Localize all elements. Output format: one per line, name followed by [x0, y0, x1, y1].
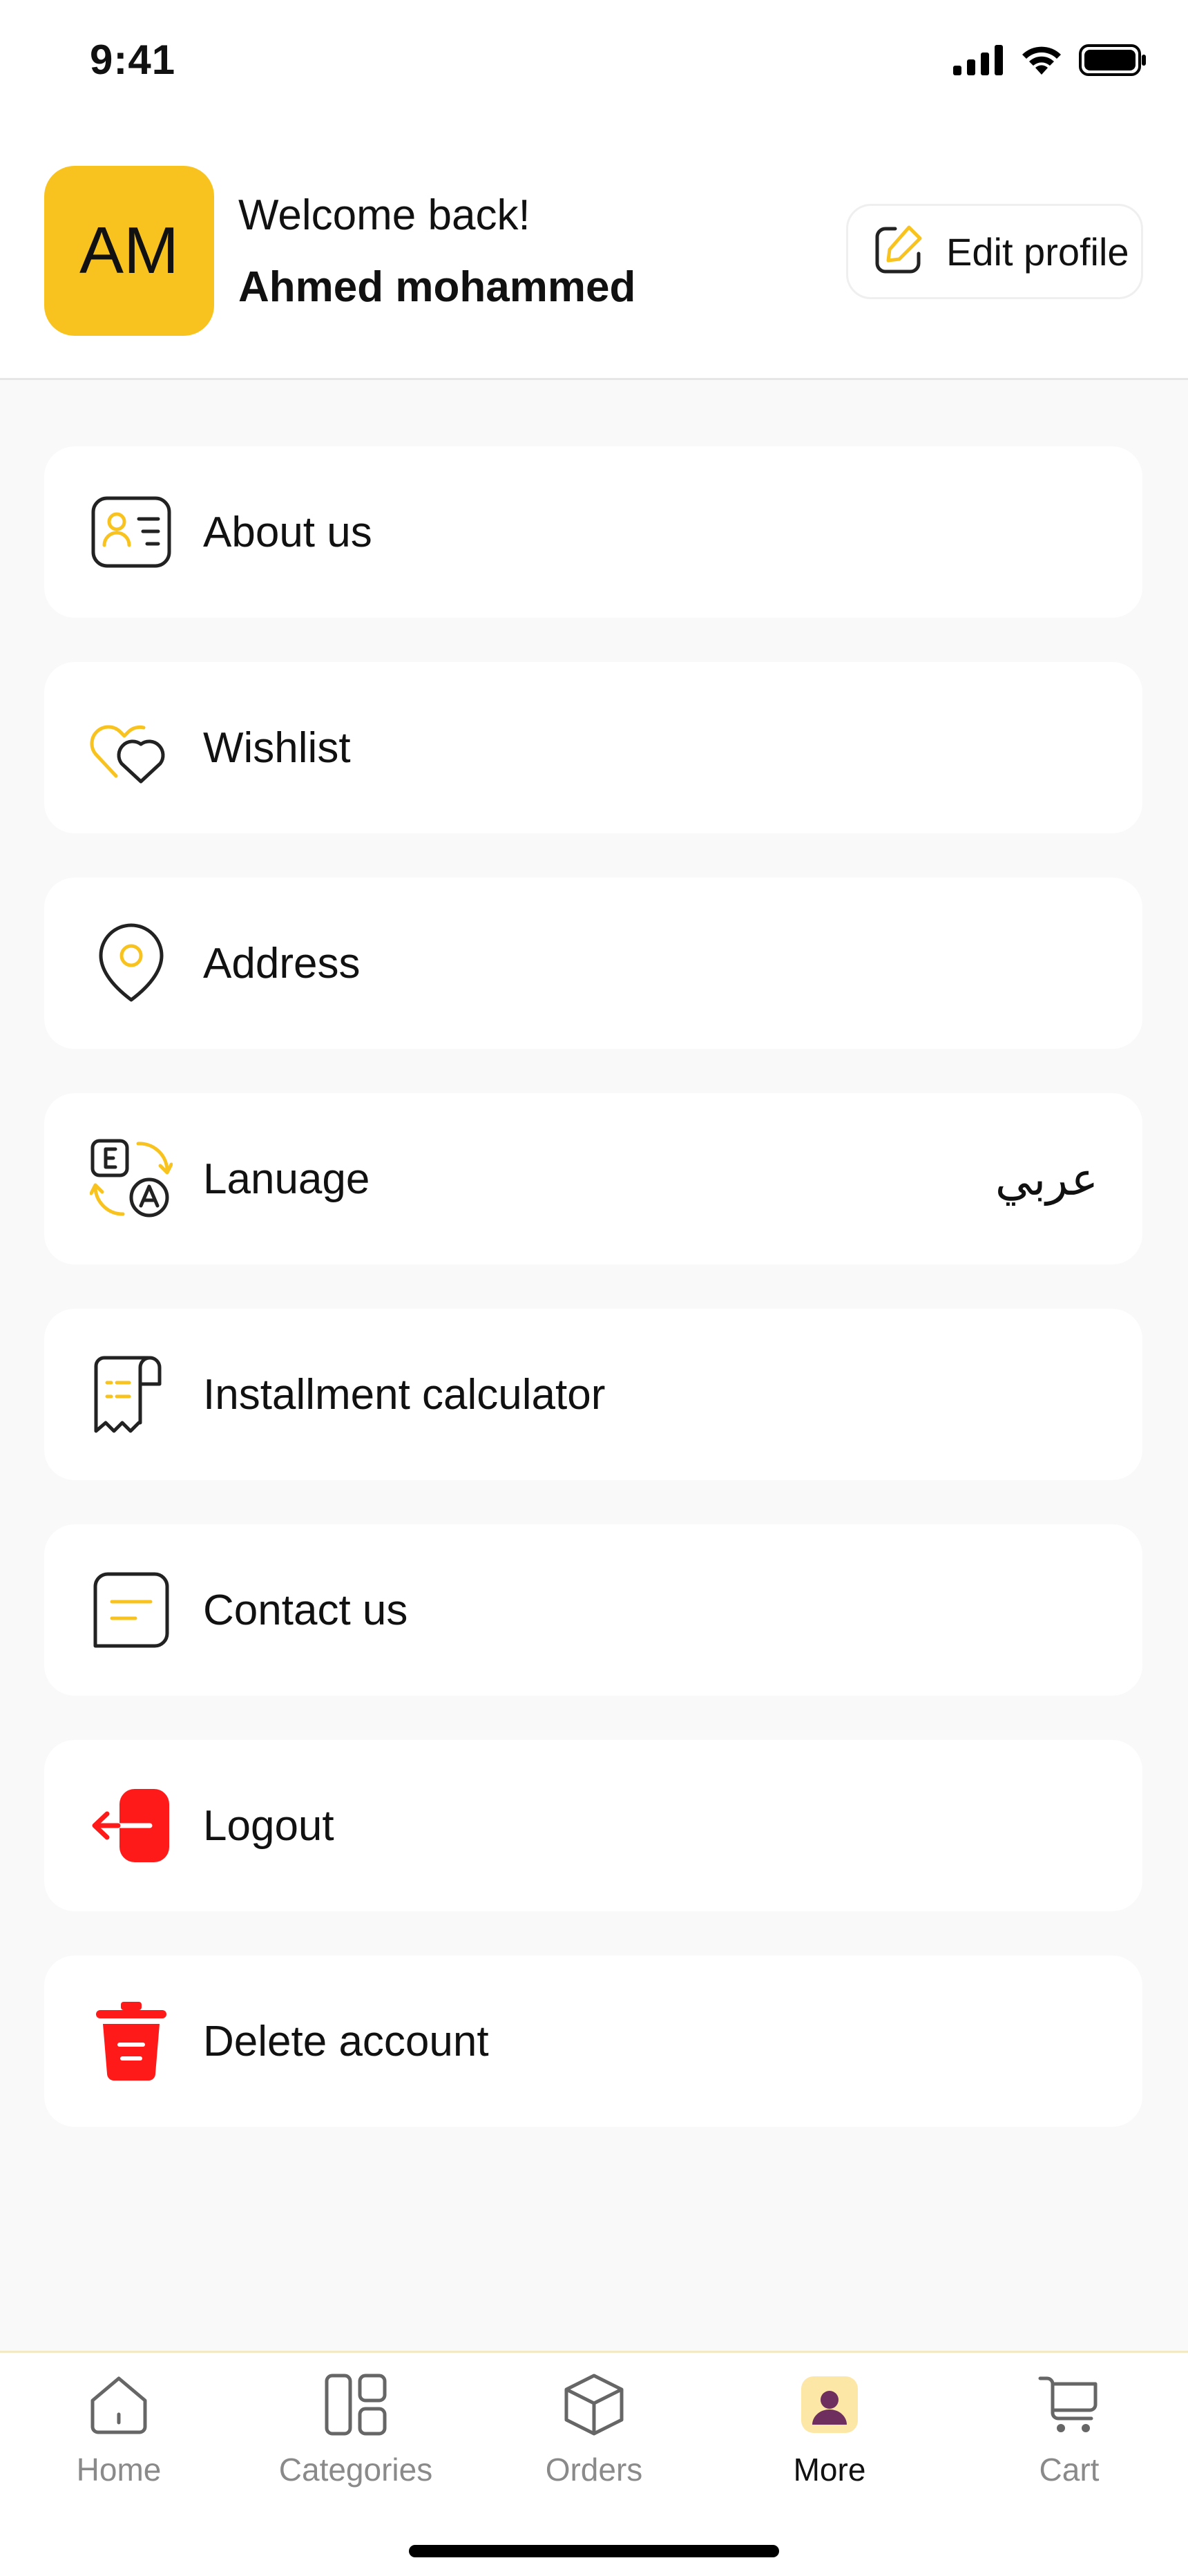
tab-label: Orders	[545, 2452, 643, 2488]
categories-icon	[324, 2367, 387, 2443]
menu-item-label: Installment calculator	[203, 1370, 606, 1419]
wifi-icon	[1019, 44, 1064, 79]
user-name: Ahmed mohammed	[238, 263, 636, 311]
id-card-icon	[88, 489, 174, 575]
home-icon	[87, 2367, 151, 2443]
trash-icon	[88, 1998, 174, 2084]
signal-icon	[953, 45, 1004, 79]
message-icon	[88, 1567, 174, 1653]
logout-icon	[88, 1783, 174, 1868]
status-icons	[953, 44, 1147, 79]
battery-icon	[1079, 44, 1147, 79]
avatar[interactable]: AM	[44, 166, 214, 336]
heart-icon	[88, 705, 174, 790]
edit-profile-button[interactable]: Edit profile	[846, 204, 1143, 299]
tab-orders[interactable]: Orders	[490, 2367, 698, 2519]
tab-categories[interactable]: Categories	[252, 2367, 459, 2519]
menu-item-contact-us[interactable]: Contact us	[44, 1524, 1142, 1696]
menu-item-label: Logout	[203, 1801, 334, 1850]
menu-item-wishlist[interactable]: Wishlist	[44, 662, 1142, 833]
tab-cart[interactable]: Cart	[966, 2367, 1173, 2519]
profile-header: AM Welcome back! Ahmed mohammed Edit pro…	[0, 117, 1188, 380]
edit-icon	[870, 222, 927, 282]
menu-item-label: Delete account	[203, 2017, 489, 2065]
box-icon	[562, 2367, 626, 2443]
menu-item-label: Lanuage	[203, 1155, 370, 1203]
menu-item-label: Address	[203, 939, 361, 987]
menu-item-about-us[interactable]: About us	[44, 446, 1142, 618]
status-time: 9:41	[90, 37, 176, 83]
menu-item-label: About us	[203, 508, 372, 556]
receipt-icon	[88, 1352, 174, 1437]
language-value: عربي	[995, 1153, 1098, 1204]
menu-item-delete-account[interactable]: Delete account	[44, 1955, 1142, 2127]
menu-item-label: Wishlist	[203, 723, 351, 772]
tab-more[interactable]: More	[726, 2367, 933, 2519]
cart-icon	[1037, 2367, 1101, 2443]
tab-label: More	[793, 2452, 866, 2488]
welcome-text: Welcome back!	[238, 191, 530, 239]
more-screen: 9:41 AM Welcome back! Ahmed mohammed Edi…	[0, 0, 1188, 2576]
tab-label: Cart	[1039, 2452, 1100, 2488]
home-indicator[interactable]	[409, 2545, 779, 2557]
tab-label: Home	[76, 2452, 162, 2488]
menu-item-logout[interactable]: Logout	[44, 1740, 1142, 1911]
tab-home[interactable]: Home	[15, 2367, 222, 2519]
location-pin-icon	[88, 920, 174, 1006]
menu-list: About us Wishlist Address Lanuage عربي I…	[44, 446, 1142, 2171]
menu-item-language[interactable]: Lanuage عربي	[44, 1093, 1142, 1265]
menu-item-label: Contact us	[203, 1586, 408, 1634]
profile-icon	[800, 2367, 859, 2443]
translate-icon	[88, 1136, 174, 1222]
tab-label: Categories	[278, 2452, 433, 2488]
tab-bar: Home Categories Orders More Cart	[0, 2351, 1188, 2576]
menu-item-installment-calculator[interactable]: Installment calculator	[44, 1309, 1142, 1480]
status-bar: 9:41	[0, 0, 1188, 117]
edit-profile-label: Edit profile	[946, 229, 1129, 274]
menu-item-address[interactable]: Address	[44, 878, 1142, 1049]
